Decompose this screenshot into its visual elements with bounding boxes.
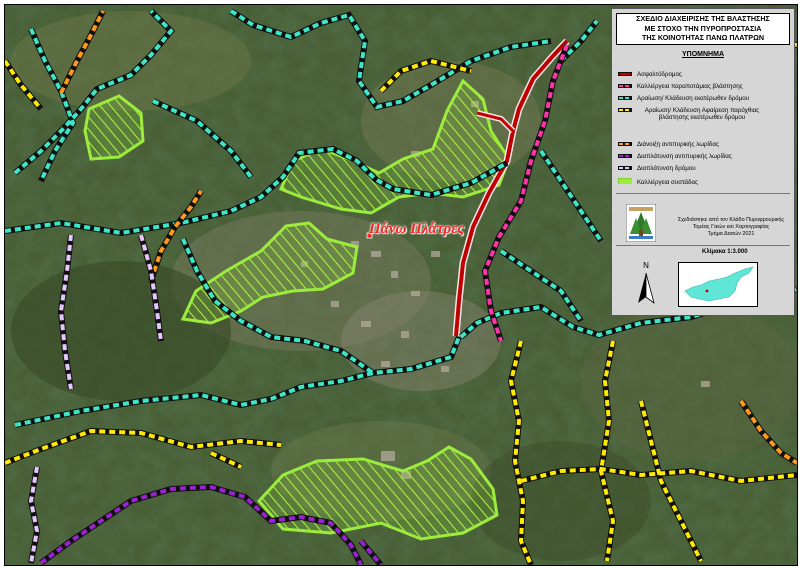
forest-department-logo (626, 204, 656, 242)
thinning-riparian-symbol-icon (618, 108, 632, 112)
road-widening-symbol-icon (618, 166, 632, 170)
legend-item-label: Αραίωση/ Κλάδευση εκατέρωθεν δρόμου (637, 95, 750, 102)
north-label: N (643, 261, 649, 270)
credit-text: Σχεδιάστηκε από τον Κλάδο Πυροφρουρικής … (672, 217, 790, 238)
village-label: Πάνω Πλάτρες (369, 221, 465, 237)
asphalt-road-symbol-icon (618, 72, 632, 76)
cyprus-inset-map (678, 262, 758, 307)
legend-item-label: Αραίωση/ Κλάδευση Αφαίρεση παρόχθιας βλά… (644, 107, 760, 122)
scale-text: Κλίμακα 1:3.000 (702, 249, 748, 255)
stand-cultivation-symbol-icon (618, 178, 632, 184)
legend-item-label: Καλλιέργεια συστάδας (637, 179, 698, 186)
legend-heading: ΥΠΟΜΝΗΜΑ (682, 51, 724, 58)
credit-line: Σχεδιάστηκε από τον Κλάδο Πυροφρουρικής (677, 217, 785, 223)
firebreak-widening-symbol-icon (618, 154, 632, 158)
legend-item-label: Διαπλάτυνση δρόμου (637, 165, 696, 172)
credit-line: Τομέας Γαιών και Χαρτογραφίας (692, 224, 770, 230)
legend-item-label: Διαπλάτυνση αντιπυρικής λωρίδας (637, 153, 732, 160)
legend-title-line: ΣΧΕΔΙΟ ΔΙΑΧΕΙΡΙΣΗΣ ΤΗΣ ΒΛΑΣΤΗΣΗΣ (636, 14, 770, 23)
legend-item-label: Διάνοιξη αντιπυρικής λωρίδας (637, 141, 719, 148)
legend-divider (616, 245, 790, 246)
legend-title: ΣΧΕΔΙΟ ΔΙΑΧΕΙΡΙΣΗΣ ΤΗΣ ΒΛΑΣΤΗΣΗΣ ΜΕ ΣΤΟΧ… (616, 13, 790, 45)
legend-item-label: Καλλιέργεια παραποτάμιας βλάστησης (637, 83, 743, 90)
map-frame: Πάνω Πλάτρες ΣΧΕΔΙΟ ΔΙΑΧΕΙΡΙΣΗΣ ΤΗΣ ΒΛΑΣ… (0, 0, 800, 568)
legend-title-line: ΜΕ ΣΤΟΧΟ ΤΗΝ ΠΥΡΟΠΡΟΣΤΑΣΙΑ (644, 23, 762, 33)
credit-line: Τμήμα Δασών 2021 (707, 231, 755, 237)
legend-divider (616, 193, 790, 194)
riparian-symbol-icon (618, 84, 632, 88)
firebreak-opening-symbol-icon (618, 142, 632, 146)
legend-title-line: ΤΗΣ ΚΟΙΝΟΤΗΤΑΣ ΠΑΝΩ ΠΛΑΤΡΩΝ (641, 33, 765, 43)
location-dot-icon (705, 289, 709, 293)
thinning-road-symbol-icon (618, 96, 632, 100)
legend-item-label: Ασφαλτόδρομος (637, 71, 682, 78)
north-arrow-icon: N (638, 261, 655, 305)
legend-panel: ΣΧΕΔΙΟ ΔΙΑΧΕΙΡΙΣΗΣ ΤΗΣ ΒΛΑΣΤΗΣΗΣ ΜΕ ΣΤΟΧ… (611, 8, 795, 316)
